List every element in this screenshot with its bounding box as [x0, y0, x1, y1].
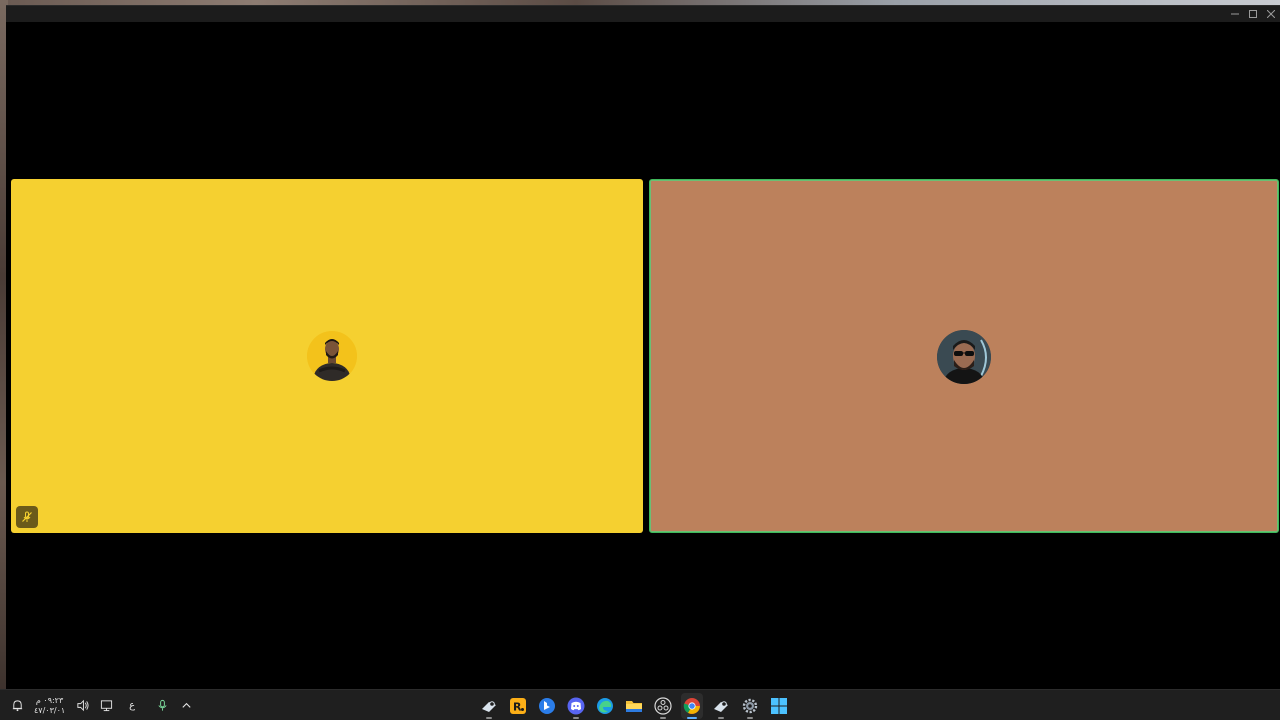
person-avatar-icon: [307, 331, 357, 381]
bing-icon: [539, 697, 555, 714]
discord-icon: [567, 697, 585, 714]
taskbar-app-chrome[interactable]: [681, 692, 703, 719]
gear-icon: [742, 698, 758, 713]
taskbar: ٠٩:٢٣ م ٤٧/٠٣/٠١ ع R: [0, 689, 1280, 720]
taskbar-start-button[interactable]: [768, 693, 790, 719]
minimize-icon: [1231, 13, 1239, 15]
notification-button[interactable]: [10, 699, 24, 713]
mic-off-icon: [22, 511, 32, 522]
running-indicator: [718, 716, 724, 719]
video-tile-participant-2[interactable]: [649, 179, 1279, 533]
windows-logo-icon: [771, 697, 787, 714]
running-indicator: [486, 716, 492, 719]
maximize-icon: [1249, 10, 1257, 18]
network-button[interactable]: [99, 699, 113, 713]
participant-1-avatar: [307, 331, 357, 381]
microphone-icon: [158, 699, 167, 711]
running-indicator: [660, 716, 666, 719]
edge-icon: [597, 697, 613, 714]
volume-button[interactable]: [75, 699, 89, 713]
running-indicator: [687, 716, 697, 719]
person-avatar-icon: [937, 330, 991, 384]
clock[interactable]: ٠٩:٢٣ م ٤٧/٠٣/٠١: [34, 696, 65, 716]
running-indicator: [747, 716, 753, 719]
rockstar-icon: R: [510, 697, 526, 714]
taskbar-app-steam[interactable]: [478, 693, 500, 719]
clock-date: ٤٧/٠٣/٠١: [34, 705, 66, 715]
system-tray: ٠٩:٢٣ م ٤٧/٠٣/٠١ ع: [10, 690, 193, 720]
steam-icon: [482, 700, 496, 712]
close-button[interactable]: [1264, 7, 1278, 21]
muted-mic-badge: [16, 506, 38, 528]
running-indicator: [573, 716, 579, 719]
window-controls: [1228, 7, 1278, 21]
title-bar[interactable]: [6, 6, 1280, 22]
notification-bell-icon: [12, 700, 22, 712]
clock-time: ٠٩:٢٣ م: [35, 695, 64, 705]
close-icon: [1267, 10, 1275, 18]
minimize-button[interactable]: [1228, 7, 1242, 21]
maximize-button[interactable]: [1246, 7, 1260, 21]
taskbar-app-discord[interactable]: [565, 693, 587, 719]
taskbar-app-obs[interactable]: [652, 693, 674, 719]
call-window: [6, 5, 1280, 689]
chevron-up-icon: [182, 702, 191, 708]
folder-icon: [626, 700, 642, 712]
taskbar-app-bing[interactable]: [536, 693, 558, 719]
taskbar-app-steam-2[interactable]: [710, 693, 732, 719]
taskbar-app-edge[interactable]: [594, 693, 616, 719]
chrome-icon: [683, 697, 700, 714]
participant-2-avatar: [937, 330, 991, 384]
obs-icon: [654, 696, 672, 715]
video-tile-participant-1[interactable]: [11, 179, 643, 533]
input-language[interactable]: ع: [129, 700, 135, 711]
taskbar-app-rockstar-launcher[interactable]: R: [507, 693, 529, 719]
network-icon: [100, 700, 112, 712]
show-hidden-icons-button[interactable]: [179, 699, 193, 713]
taskbar-app-file-explorer[interactable]: [623, 693, 645, 719]
microphone-in-use-button[interactable]: [155, 699, 169, 713]
taskbar-apps: R: [478, 690, 790, 720]
taskbar-app-settings[interactable]: [739, 693, 761, 719]
speaker-icon: [77, 699, 89, 712]
steam-icon: [714, 700, 728, 712]
svg-text:R: R: [513, 700, 522, 713]
